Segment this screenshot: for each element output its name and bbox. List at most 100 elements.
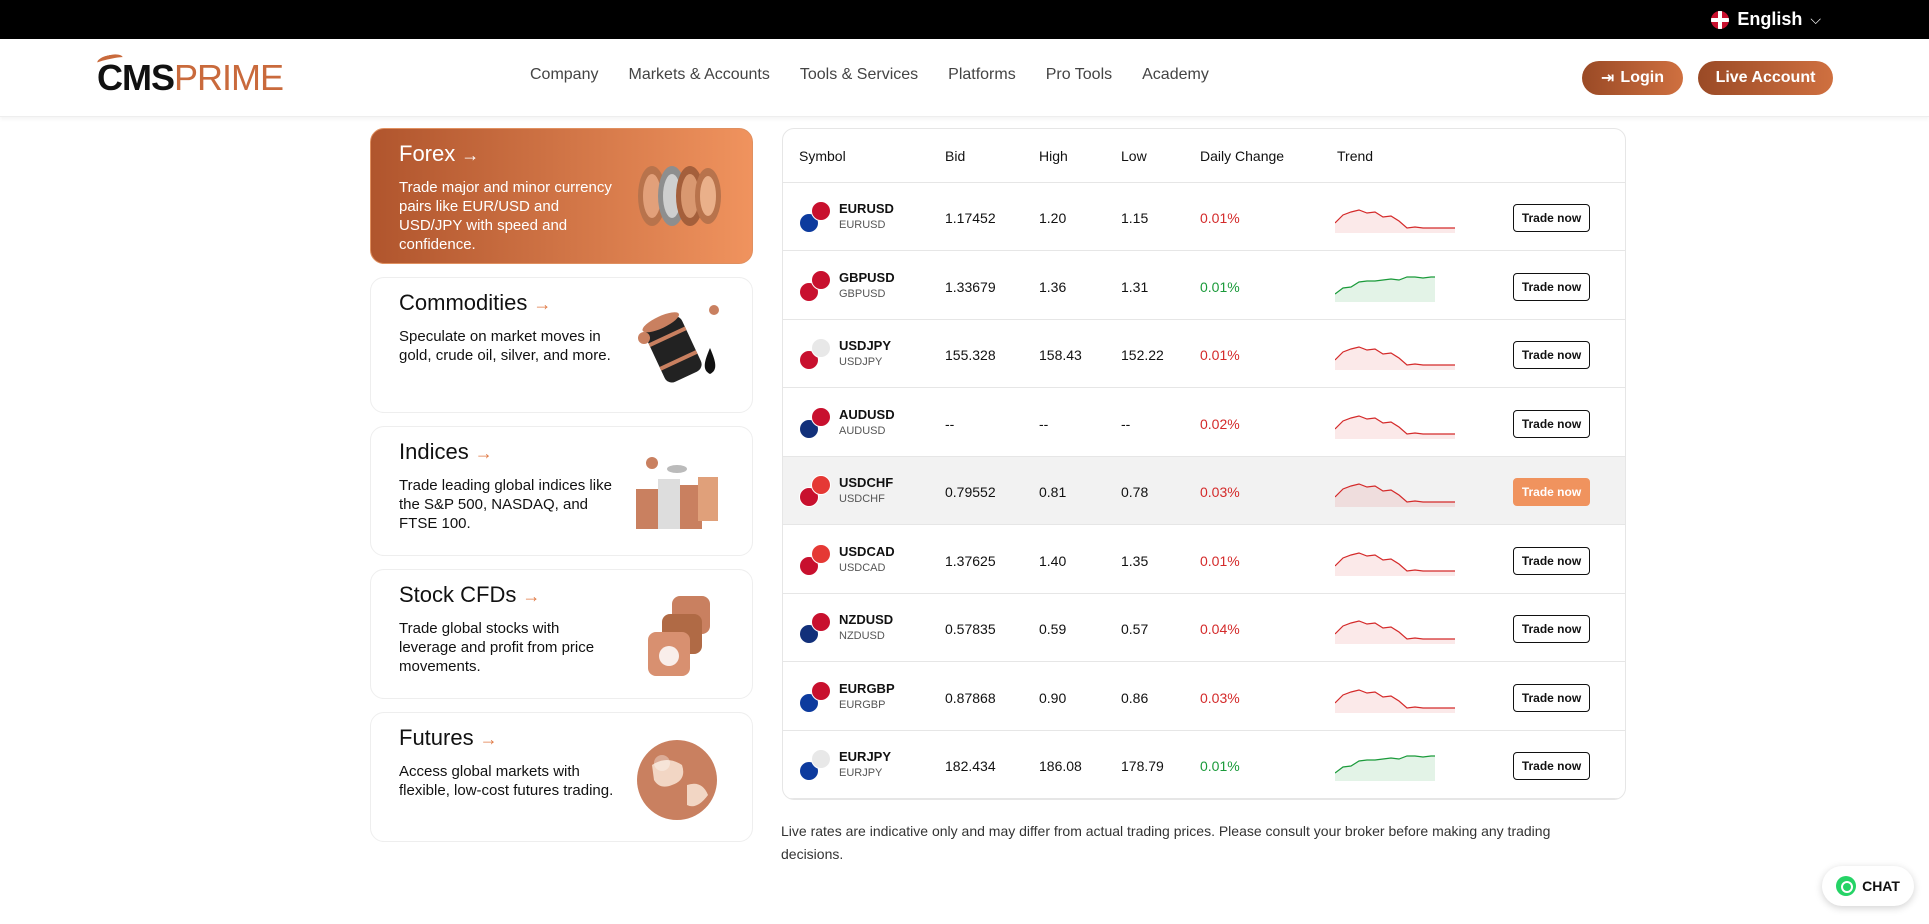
table-row[interactable]: USDJPY USDJPY 155.328 158.43 152.22 0.01% Trad… [783,320,1625,388]
card-commodities-title-text: Commodities [399,290,528,315]
nav-platforms[interactable]: Platforms [948,66,1016,84]
row-bid: 155.328 [945,347,996,363]
row-low: 1.31 [1121,278,1149,295]
row-low: 0.86 [1121,689,1149,706]
row-symbol: EURGBP [839,680,895,696]
nav-academy[interactable]: Academy [1142,66,1209,84]
row-symbol: USDCAD [839,543,895,559]
row-bid: 1.17452 [945,210,996,226]
login-button[interactable]: ⇥ Login [1582,61,1683,95]
row-low: -- [1121,415,1131,432]
whatsapp-icon [1836,876,1857,896]
row-symbol-sub: USDCHF [839,493,885,505]
currency-flags-icon [799,338,833,372]
card-stock-cfds-title-text: Stock CFDs [399,582,517,607]
currency-flags-icon [799,680,833,715]
card-indices[interactable]: Indices → Trade leading global indices li… [370,426,753,556]
arrow-right-icon: → [522,586,541,606]
row-low: 0.78 [1121,484,1149,500]
table-row[interactable]: USDCHF USDCHF 0.79552 0.81 0.78 0.03% Trade no… [783,457,1625,525]
card-forex[interactable]: Forex → Trade major and minor currency pa… [370,128,753,264]
table-row[interactable]: EURJPY EURJPY 182.434 186.08 178.79 0.01% Trad… [783,731,1625,799]
table-row[interactable]: NZDUSD NZDUSD 0.57835 0.59 0.57 0.04% Trade no… [783,594,1625,662]
trade-now-button[interactable]: Trade now [1513,272,1590,301]
card-indices-title: Indices → [399,439,493,465]
nav-tools-services[interactable]: Tools & Services [800,66,918,84]
row-high: -- [1039,415,1049,432]
table-row[interactable]: AUDUSD AUDUSD -- -- -- 0.02% Trade now [783,389,1625,457]
card-stock-cfds-title: Stock CFDs → [399,582,540,608]
card-indices-desc: Trade leading global indices like the S&… [399,477,612,532]
arrow-right-icon: → [474,443,493,463]
card-forex-title-text: Forex [399,141,456,166]
header-low: Low [1121,148,1147,164]
row-bid: 1.33679 [945,278,996,295]
primary-nav: Company Markets & Accounts Tools & Servi… [530,66,1209,84]
chevron-down-icon: ⌵ [1810,11,1821,27]
row-bid: -- [945,415,955,432]
row-high: 1.40 [1039,552,1067,569]
row-symbol: USDCHF [839,475,894,490]
table-row[interactable]: EURUSD EURUSD 1.17452 1.20 1.15 0.01% Trade no… [783,183,1625,251]
row-symbol: EURJPY [839,749,892,764]
logo[interactable]: CMSPRIME [96,52,284,99]
row-daily-change: 0.02% [1200,415,1240,432]
card-futures[interactable]: Futures → Access global markets with flex… [370,712,753,842]
row-low: 1.35 [1121,552,1149,569]
table-row[interactable]: EURGBP EURGBP 0.87868 0.90 0.86 0.03% Trade no… [783,663,1625,731]
trade-now-button[interactable]: Trade now [1513,683,1590,712]
nav-pro-tools[interactable]: Pro Tools [1046,66,1112,84]
row-symbol-sub: USDCAD [839,561,886,574]
table-row[interactable]: GBPUSD GBPUSD 1.33679 1.36 1.31 0.01% Trade no… [783,252,1625,320]
card-futures-title-text: Futures [399,725,474,750]
globe-icon [637,740,717,820]
trade-now-button[interactable]: Trade now [1513,341,1590,369]
trade-now-button[interactable]: Trade now [1513,478,1590,506]
row-low: 0.57 [1121,621,1149,637]
row-daily-change: 0.01% [1200,347,1240,363]
row-symbol-sub: AUDUSD [839,424,886,437]
logo-accent-text: PRIME [174,57,284,98]
arrow-right-icon: → [461,145,480,165]
card-stock-cfds-desc: Trade global stocks with leverage and pr… [399,620,595,675]
card-futures-title: Futures → [399,725,498,751]
row-low: 152.22 [1121,347,1164,363]
chat-button[interactable]: CHAT [1822,866,1914,906]
language-selector[interactable]: English ⌵ [1711,9,1821,30]
nav-company[interactable]: Company [530,66,598,84]
row-symbol-sub: NZDUSD [839,630,885,642]
currency-flags-icon [799,749,833,783]
live-account-button[interactable]: Live Account [1698,61,1833,95]
trend-sparkline [1335,275,1435,302]
quote-flag-icon [811,475,831,495]
main-navbar: CMSPRIME Company Markets & Accounts Tool… [0,39,1929,117]
card-stock-cfds[interactable]: Stock CFDs → Trade global stocks with lev… [370,569,753,699]
row-symbol: GBPUSD [839,269,895,285]
coins-icon [638,166,721,226]
trade-now-button[interactable]: Trade now [1513,409,1590,438]
row-bid: 0.79552 [945,484,996,500]
trade-now-button[interactable]: Trade now [1513,546,1590,575]
nav-markets-accounts[interactable]: Markets & Accounts [628,66,769,84]
quote-flag-icon [811,680,831,701]
header-high: High [1039,148,1068,164]
table-row[interactable]: USDCAD USDCAD 1.37625 1.40 1.35 0.01% Trade no… [783,526,1625,594]
row-high: 0.90 [1039,689,1067,706]
card-commodities[interactable]: Commodities → Speculate on market moves i… [370,277,753,413]
trend-sparkline [1335,483,1455,507]
trade-now-button[interactable]: Trade now [1513,204,1590,232]
oil-barrel-icon [638,305,719,383]
card-forex-desc: Trade major and minor currency pairs lik… [399,179,612,253]
currency-flags-icon [799,201,833,235]
row-symbol-sub: EURJPY [839,767,883,779]
row-low: 178.79 [1121,758,1164,774]
row-symbol: EURUSD [839,201,894,216]
currency-flags-icon [799,612,833,646]
trade-now-button[interactable]: Trade now [1513,752,1590,780]
row-high: 1.36 [1039,278,1067,295]
uk-flag-icon [1711,10,1730,29]
price-table: Symbol Bid High Low Daily Change Trend E… [782,128,1626,800]
stacked-coins-icon [636,457,718,529]
trade-now-button[interactable]: Trade now [1513,615,1590,643]
login-label: Login [1620,69,1664,86]
